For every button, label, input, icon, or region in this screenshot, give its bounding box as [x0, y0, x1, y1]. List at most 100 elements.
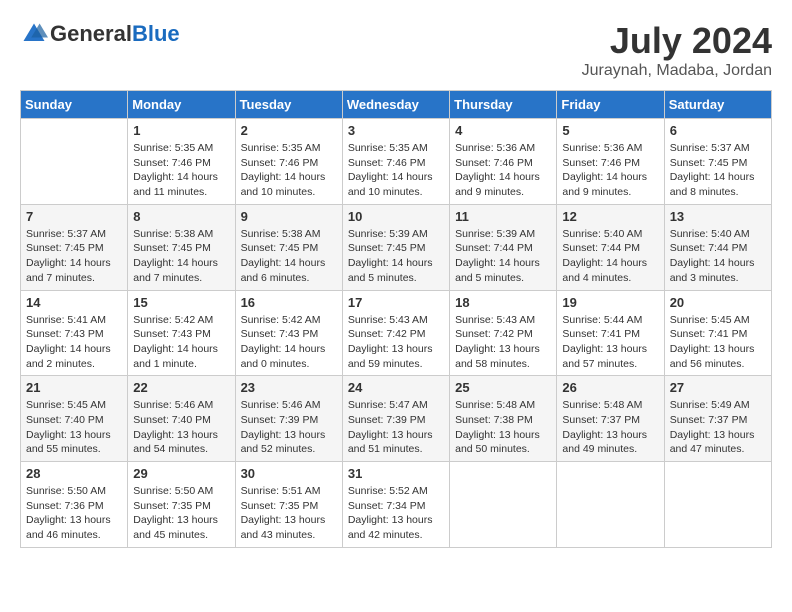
day-number: 9 [241, 209, 337, 224]
cell-info: Sunrise: 5:45 AM Sunset: 7:40 PM Dayligh… [26, 398, 122, 457]
day-number: 2 [241, 123, 337, 138]
cell-info: Sunrise: 5:37 AM Sunset: 7:45 PM Dayligh… [670, 141, 766, 200]
cell-info: Sunrise: 5:41 AM Sunset: 7:43 PM Dayligh… [26, 313, 122, 372]
day-number: 10 [348, 209, 444, 224]
calendar-cell: 27 Sunrise: 5:49 AM Sunset: 7:37 PM Dayli… [664, 376, 771, 462]
day-number: 7 [26, 209, 122, 224]
day-number: 11 [455, 209, 551, 224]
day-number: 13 [670, 209, 766, 224]
cell-info: Sunrise: 5:46 AM Sunset: 7:39 PM Dayligh… [241, 398, 337, 457]
cell-info: Sunrise: 5:39 AM Sunset: 7:45 PM Dayligh… [348, 227, 444, 286]
weekday-header-cell: Saturday [664, 91, 771, 119]
calendar-cell: 7 Sunrise: 5:37 AM Sunset: 7:45 PM Daylig… [21, 204, 128, 290]
cell-info: Sunrise: 5:52 AM Sunset: 7:34 PM Dayligh… [348, 484, 444, 543]
calendar-cell: 31 Sunrise: 5:52 AM Sunset: 7:34 PM Dayli… [342, 462, 449, 548]
day-number: 17 [348, 295, 444, 310]
day-number: 4 [455, 123, 551, 138]
cell-info: Sunrise: 5:42 AM Sunset: 7:43 PM Dayligh… [241, 313, 337, 372]
calendar-cell [21, 119, 128, 205]
location-title: Juraynah, Madaba, Jordan [582, 62, 772, 80]
day-number: 25 [455, 380, 551, 395]
weekday-header-cell: Friday [557, 91, 664, 119]
day-number: 5 [562, 123, 658, 138]
day-number: 18 [455, 295, 551, 310]
cell-info: Sunrise: 5:44 AM Sunset: 7:41 PM Dayligh… [562, 313, 658, 372]
calendar-cell: 29 Sunrise: 5:50 AM Sunset: 7:35 PM Dayli… [128, 462, 235, 548]
cell-info: Sunrise: 5:38 AM Sunset: 7:45 PM Dayligh… [241, 227, 337, 286]
day-number: 30 [241, 466, 337, 481]
calendar-cell: 3Sunrise: 5:35 AM Sunset: 7:46 PM Daylig… [342, 119, 449, 205]
calendar-cell: 30 Sunrise: 5:51 AM Sunset: 7:35 PM Dayli… [235, 462, 342, 548]
day-number: 22 [133, 380, 229, 395]
calendar-cell [450, 462, 557, 548]
day-number: 27 [670, 380, 766, 395]
day-number: 23 [241, 380, 337, 395]
logo-general-text: General [50, 21, 132, 46]
weekday-header-cell: Monday [128, 91, 235, 119]
day-number: 24 [348, 380, 444, 395]
calendar-week-row: 14Sunrise: 5:41 AM Sunset: 7:43 PM Dayli… [21, 290, 772, 376]
day-number: 29 [133, 466, 229, 481]
day-number: 31 [348, 466, 444, 481]
cell-info: Sunrise: 5:42 AM Sunset: 7:43 PM Dayligh… [133, 313, 229, 372]
cell-info: Sunrise: 5:46 AM Sunset: 7:40 PM Dayligh… [133, 398, 229, 457]
calendar-cell: 17 Sunrise: 5:43 AM Sunset: 7:42 PM Dayli… [342, 290, 449, 376]
cell-info: Sunrise: 5:48 AM Sunset: 7:38 PM Dayligh… [455, 398, 551, 457]
cell-info: Sunrise: 5:40 AM Sunset: 7:44 PM Dayligh… [670, 227, 766, 286]
cell-info: Sunrise: 5:36 AM Sunset: 7:46 PM Dayligh… [562, 141, 658, 200]
calendar-cell: 2 Sunrise: 5:35 AM Sunset: 7:46 PM Daylig… [235, 119, 342, 205]
calendar-cell: 23 Sunrise: 5:46 AM Sunset: 7:39 PM Dayli… [235, 376, 342, 462]
calendar-cell [664, 462, 771, 548]
calendar-body: 1 Sunrise: 5:35 AM Sunset: 7:46 PM Daylig… [21, 119, 772, 548]
weekday-header-row: SundayMondayTuesdayWednesdayThursdayFrid… [21, 91, 772, 119]
weekday-header-cell: Tuesday [235, 91, 342, 119]
weekday-header-cell: Thursday [450, 91, 557, 119]
cell-info: Sunrise: 5:43 AM Sunset: 7:42 PM Dayligh… [348, 313, 444, 372]
calendar-cell: 19Sunrise: 5:44 AM Sunset: 7:41 PM Dayli… [557, 290, 664, 376]
cell-info: Sunrise: 5:39 AM Sunset: 7:44 PM Dayligh… [455, 227, 551, 286]
cell-info: Sunrise: 5:51 AM Sunset: 7:35 PM Dayligh… [241, 484, 337, 543]
cell-info: Sunrise: 5:40 AM Sunset: 7:44 PM Dayligh… [562, 227, 658, 286]
cell-info: Sunrise: 5:47 AM Sunset: 7:39 PM Dayligh… [348, 398, 444, 457]
day-number: 16 [241, 295, 337, 310]
page-header: GeneralBlue July 2024 Juraynah, Madaba, … [20, 20, 772, 80]
month-title: July 2024 [582, 20, 772, 62]
calendar-cell: 10 Sunrise: 5:39 AM Sunset: 7:45 PM Dayli… [342, 204, 449, 290]
calendar-cell [557, 462, 664, 548]
cell-info: Sunrise: 5:37 AM Sunset: 7:45 PM Dayligh… [26, 227, 122, 286]
calendar-cell: 16 Sunrise: 5:42 AM Sunset: 7:43 PM Dayli… [235, 290, 342, 376]
cell-info: Sunrise: 5:43 AM Sunset: 7:42 PM Dayligh… [455, 313, 551, 372]
calendar-cell: 28Sunrise: 5:50 AM Sunset: 7:36 PM Dayli… [21, 462, 128, 548]
logo-icon [20, 20, 48, 48]
calendar-cell: 25 Sunrise: 5:48 AM Sunset: 7:38 PM Dayli… [450, 376, 557, 462]
calendar-cell: 12Sunrise: 5:40 AM Sunset: 7:44 PM Dayli… [557, 204, 664, 290]
calendar-cell: 15 Sunrise: 5:42 AM Sunset: 7:43 PM Dayli… [128, 290, 235, 376]
cell-info: Sunrise: 5:48 AM Sunset: 7:37 PM Dayligh… [562, 398, 658, 457]
cell-info: Sunrise: 5:50 AM Sunset: 7:36 PM Dayligh… [26, 484, 122, 543]
logo-blue-text: Blue [132, 21, 180, 46]
cell-info: Sunrise: 5:35 AM Sunset: 7:46 PM Dayligh… [348, 141, 444, 200]
calendar-cell: 26Sunrise: 5:48 AM Sunset: 7:37 PM Dayli… [557, 376, 664, 462]
calendar-week-row: 28Sunrise: 5:50 AM Sunset: 7:36 PM Dayli… [21, 462, 772, 548]
cell-info: Sunrise: 5:38 AM Sunset: 7:45 PM Dayligh… [133, 227, 229, 286]
day-number: 1 [133, 123, 229, 138]
day-number: 20 [670, 295, 766, 310]
day-number: 21 [26, 380, 122, 395]
calendar-table: SundayMondayTuesdayWednesdayThursdayFrid… [20, 90, 772, 548]
calendar-week-row: 1 Sunrise: 5:35 AM Sunset: 7:46 PM Daylig… [21, 119, 772, 205]
logo: GeneralBlue [20, 20, 180, 48]
cell-info: Sunrise: 5:50 AM Sunset: 7:35 PM Dayligh… [133, 484, 229, 543]
cell-info: Sunrise: 5:49 AM Sunset: 7:37 PM Dayligh… [670, 398, 766, 457]
day-number: 15 [133, 295, 229, 310]
day-number: 8 [133, 209, 229, 224]
calendar-week-row: 21 Sunrise: 5:45 AM Sunset: 7:40 PM Dayli… [21, 376, 772, 462]
calendar-cell: 8 Sunrise: 5:38 AM Sunset: 7:45 PM Daylig… [128, 204, 235, 290]
calendar-cell: 24 Sunrise: 5:47 AM Sunset: 7:39 PM Dayli… [342, 376, 449, 462]
cell-info: Sunrise: 5:35 AM Sunset: 7:46 PM Dayligh… [241, 141, 337, 200]
weekday-header-cell: Wednesday [342, 91, 449, 119]
calendar-cell: 18 Sunrise: 5:43 AM Sunset: 7:42 PM Dayli… [450, 290, 557, 376]
calendar-cell: 5 Sunrise: 5:36 AM Sunset: 7:46 PM Daylig… [557, 119, 664, 205]
calendar-cell: 14Sunrise: 5:41 AM Sunset: 7:43 PM Dayli… [21, 290, 128, 376]
calendar-cell: 22 Sunrise: 5:46 AM Sunset: 7:40 PM Dayli… [128, 376, 235, 462]
cell-info: Sunrise: 5:35 AM Sunset: 7:46 PM Dayligh… [133, 141, 229, 200]
